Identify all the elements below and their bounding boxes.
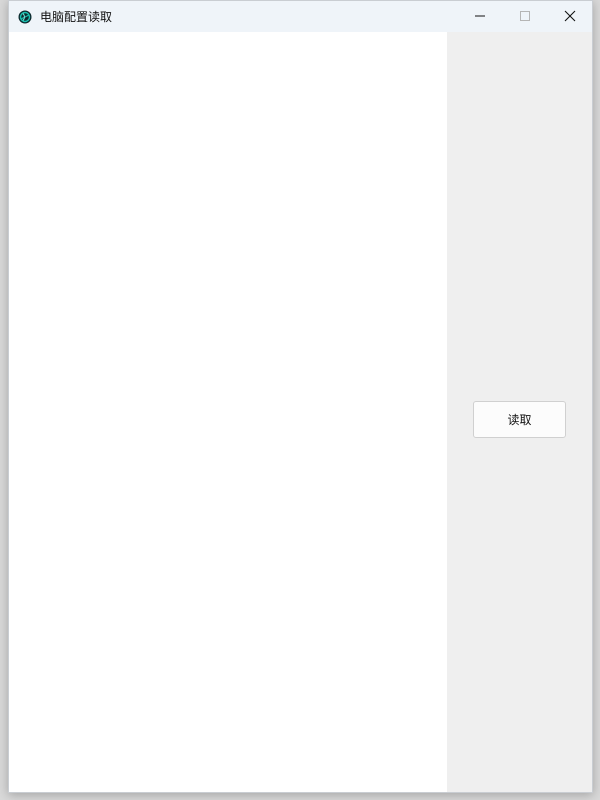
title-bar[interactable]: 电脑配置读取 [9, 1, 592, 32]
side-panel: 读取 [447, 32, 592, 792]
maximize-icon [519, 7, 531, 26]
read-button[interactable]: 读取 [473, 401, 566, 438]
minimize-button[interactable] [457, 1, 502, 32]
minimize-icon [474, 7, 486, 26]
maximize-button[interactable] [502, 1, 547, 32]
close-button[interactable] [547, 1, 592, 32]
window-title: 电脑配置读取 [40, 10, 113, 24]
output-text-area[interactable] [9, 32, 447, 792]
window-controls [457, 1, 592, 32]
app-window: 电脑配置读取 读取 [8, 0, 593, 793]
window-content: 读取 [9, 32, 592, 792]
app-globe-icon [18, 10, 32, 24]
close-icon [564, 7, 576, 26]
